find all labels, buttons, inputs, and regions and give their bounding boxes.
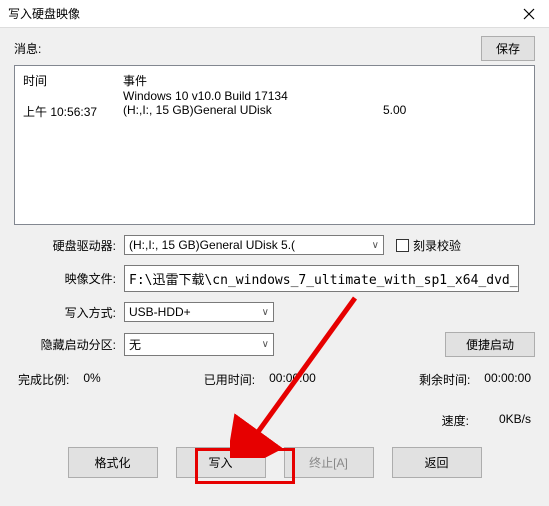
image-row: 映像文件: F:\迅雷下载\cn_windows_7_ultimate_with… [14, 265, 535, 292]
back-button[interactable]: 返回 [392, 447, 482, 478]
log-cell-event: (H:,I:, 15 GB)General UDisk [123, 103, 383, 120]
message-label: 消息: [14, 40, 41, 57]
quick-boot-button[interactable]: 便捷启动 [445, 332, 535, 357]
chevron-down-icon: ∨ [262, 307, 269, 318]
message-row: 消息: 保存 [14, 36, 535, 61]
speed-label: 速度: [442, 412, 469, 429]
speed-value: 0KB/s [499, 412, 531, 429]
log-cell-time [23, 89, 123, 103]
log-col-event: 事件 [123, 72, 147, 89]
remaining-label: 剩余时间: [419, 371, 470, 388]
write-mode-value: USB-HDD+ [129, 305, 191, 319]
log-header: 时间 事件 [23, 72, 526, 89]
write-button[interactable]: 写入 [176, 447, 266, 478]
hidden-boot-label: 隐藏启动分区: [14, 336, 124, 353]
button-row: 格式化 写入 终止[A] 返回 [14, 447, 535, 478]
log-cell-extra: 5.00 [383, 103, 443, 120]
close-icon [523, 8, 535, 20]
log-row: 上午 10:56:37 (H:,I:, 15 GB)General UDisk … [23, 103, 526, 120]
dialog-content: 消息: 保存 时间 事件 Windows 10 v10.0 Build 1713… [0, 28, 549, 488]
format-button[interactable]: 格式化 [68, 447, 158, 478]
drive-label: 硬盘驱动器: [14, 237, 124, 254]
status-row: 完成比例: 0% 已用时间: 00:00:00 剩余时间: 00:00:00 [14, 371, 535, 388]
elapsed-label: 已用时间: [204, 371, 255, 388]
log-col-time: 时间 [23, 72, 123, 89]
close-button[interactable] [509, 0, 549, 28]
verify-label: 刻录校验 [413, 237, 461, 254]
write-mode-select[interactable]: USB-HDD+ ∨ [124, 302, 274, 322]
verify-checkbox-wrap[interactable]: 刻录校验 [396, 237, 461, 254]
log-listbox[interactable]: 时间 事件 Windows 10 v10.0 Build 17134 上午 10… [14, 65, 535, 225]
write-mode-row: 写入方式: USB-HDD+ ∨ [14, 302, 535, 322]
chevron-down-icon: ∨ [372, 240, 379, 251]
log-cell-event: Windows 10 v10.0 Build 17134 [123, 89, 383, 103]
drive-select[interactable]: (H:,I:, 15 GB)General UDisk 5.( ∨ [124, 235, 384, 255]
image-file-input[interactable]: F:\迅雷下载\cn_windows_7_ultimate_with_sp1_x… [124, 265, 519, 292]
titlebar: 写入硬盘映像 [0, 0, 549, 28]
hidden-boot-row: 隐藏启动分区: 无 ∨ 便捷启动 [14, 332, 535, 357]
image-label: 映像文件: [14, 270, 124, 287]
drive-value: (H:,I:, 15 GB)General UDisk 5.( [129, 238, 295, 252]
drive-row: 硬盘驱动器: (H:,I:, 15 GB)General UDisk 5.( ∨… [14, 235, 535, 255]
chevron-down-icon: ∨ [262, 339, 269, 350]
hidden-boot-select[interactable]: 无 ∨ [124, 333, 274, 356]
verify-checkbox[interactable] [396, 239, 409, 252]
done-ratio-label: 完成比例: [18, 371, 69, 388]
log-cell-extra [383, 89, 443, 103]
elapsed-value: 00:00:00 [269, 371, 316, 388]
log-cell-time: 上午 10:56:37 [23, 103, 123, 120]
hidden-boot-value: 无 [129, 336, 141, 353]
write-mode-label: 写入方式: [14, 304, 124, 321]
window-title: 写入硬盘映像 [8, 5, 80, 22]
done-ratio-value: 0% [83, 371, 100, 388]
abort-button[interactable]: 终止[A] [284, 447, 374, 478]
speed-row: 速度: 0KB/s [14, 412, 535, 429]
remaining-value: 00:00:00 [484, 371, 531, 388]
save-button[interactable]: 保存 [481, 36, 535, 61]
log-row: Windows 10 v10.0 Build 17134 [23, 89, 526, 103]
